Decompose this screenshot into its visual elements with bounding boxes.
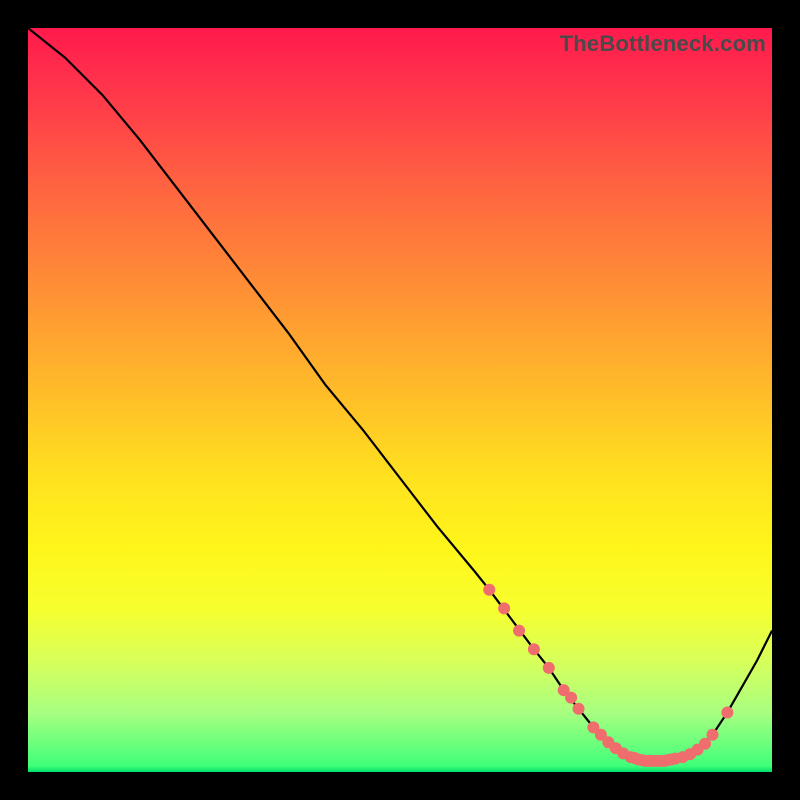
marker-dot xyxy=(706,729,718,741)
marker-dot xyxy=(543,662,555,674)
marker-dot xyxy=(513,625,525,637)
marker-dot xyxy=(528,643,540,655)
plot-area: TheBottleneck.com xyxy=(28,28,772,772)
marker-dot xyxy=(573,703,585,715)
marker-dot xyxy=(721,706,733,718)
marker-dot xyxy=(483,584,495,596)
bottleneck-curve xyxy=(28,28,772,761)
outer-frame: TheBottleneck.com xyxy=(0,0,800,800)
marker-dot xyxy=(498,602,510,614)
marker-dot xyxy=(565,692,577,704)
chart-svg xyxy=(28,28,772,772)
marker-dots-group xyxy=(483,584,733,767)
